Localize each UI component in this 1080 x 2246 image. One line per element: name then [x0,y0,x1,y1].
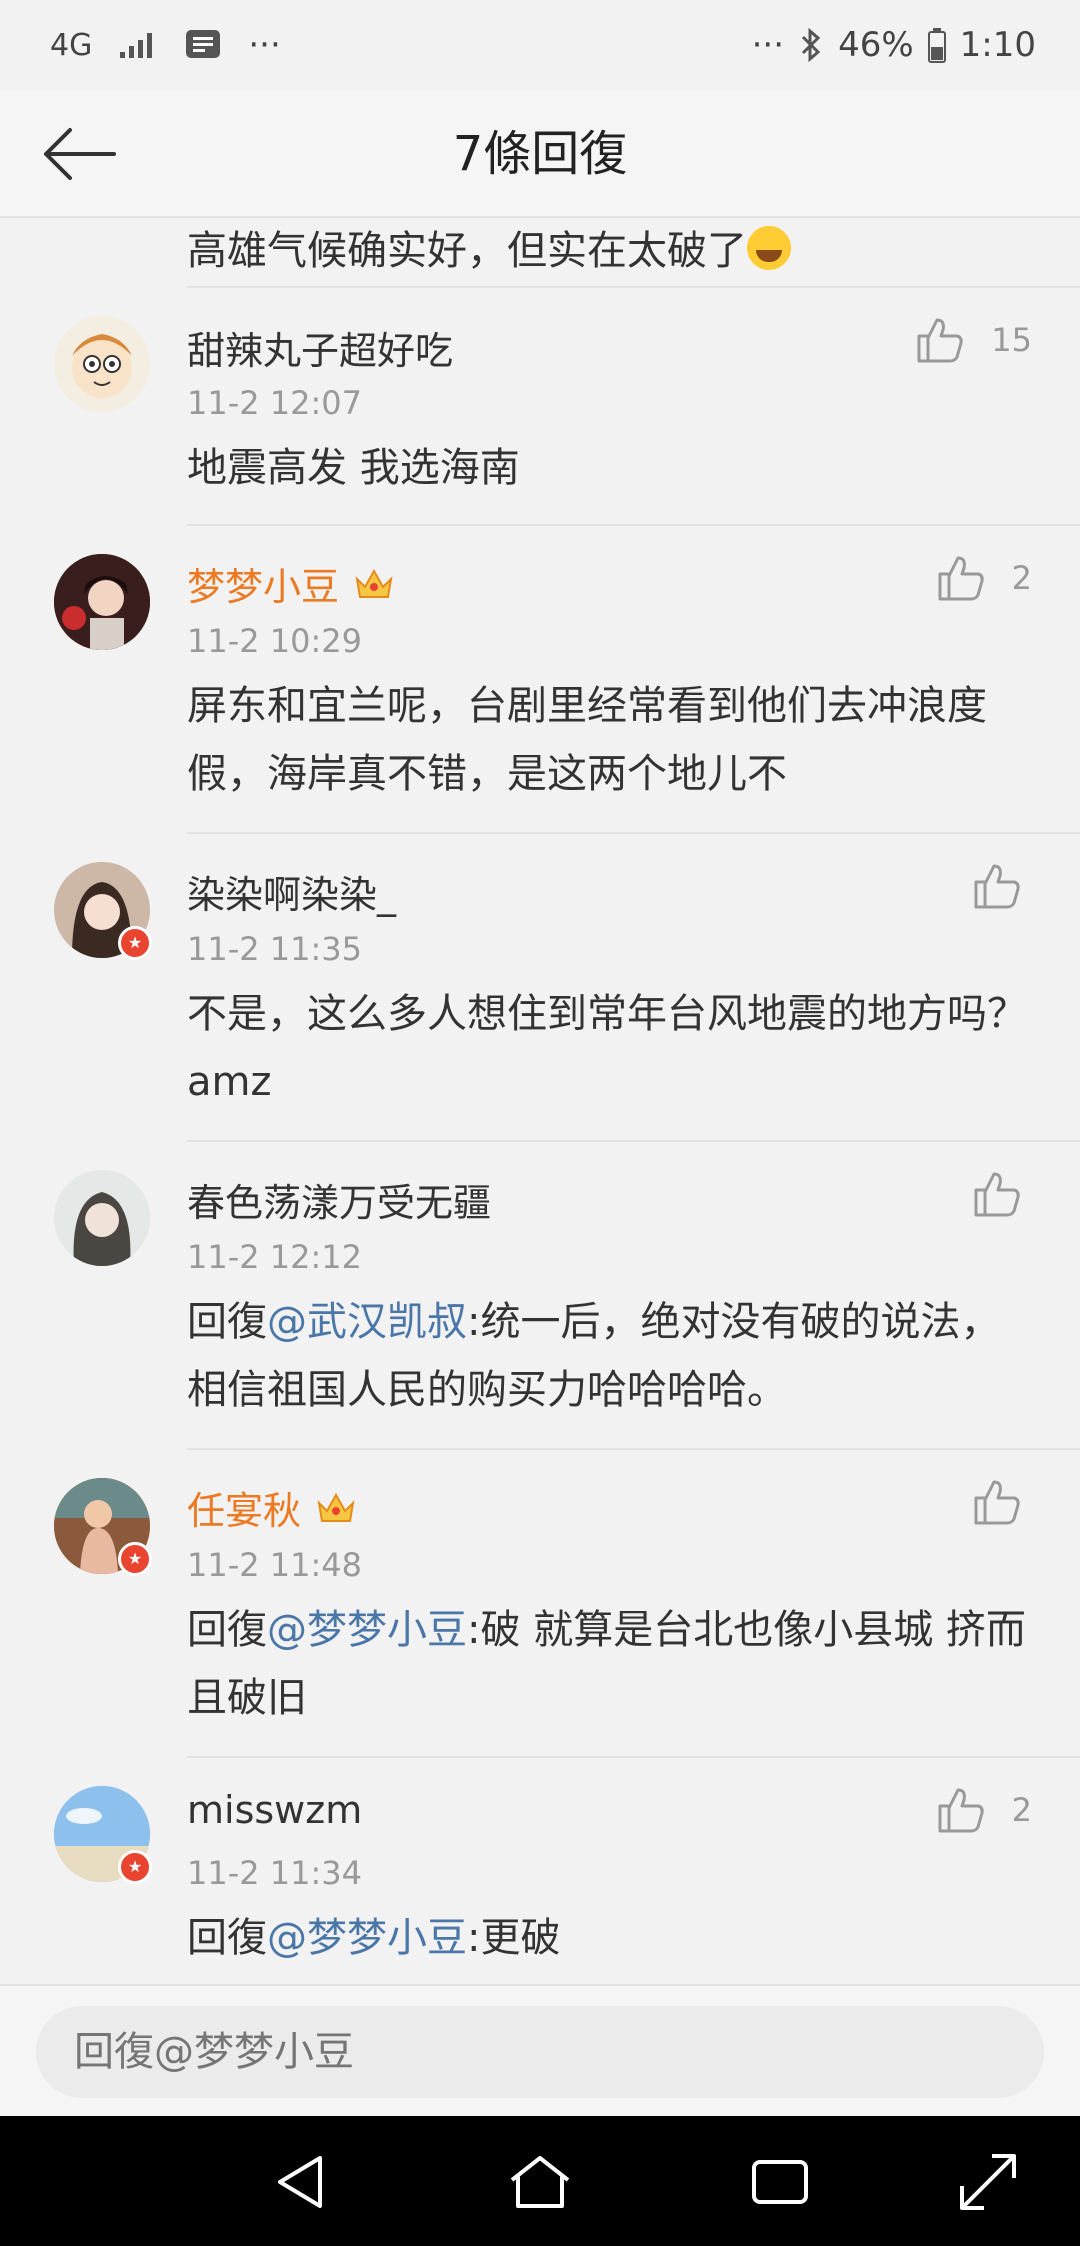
commenter-name[interactable]: 梦梦小豆 [187,556,395,611]
verified-badge-icon: ★ [118,926,152,960]
comment-text-content: 屏东和宜兰呢，台剧里经常看到他们去冲浪度假，海岸真不错，是这两个地儿不 [187,683,987,797]
commenter-name-text: 春色荡漾万受无疆 [187,1181,492,1225]
system-nav-bar [0,2116,1080,2246]
comment-time: 11-2 12:07 [187,384,363,422]
comment-time: 11-2 12:12 [187,1238,363,1276]
comment-text: 回復@梦梦小豆:更破 [187,1904,1037,1972]
avatar[interactable] [54,316,150,412]
reply-input[interactable] [36,2006,1044,2098]
commenter-name-text: misswzm [187,1788,363,1832]
like-button[interactable]: 2 [936,554,1032,602]
more-notifications-icon: ··· [248,25,281,65]
verified-badge-icon: ★ [118,1542,152,1576]
more-icon: ··· [751,25,785,65]
comment-text: 回復@武汉凯叔:统一后，绝对没有破的说法，相信祖国人民的购买力哈哈哈哈。 [187,1288,1037,1424]
mention-link[interactable]: @梦梦小豆 [267,1915,467,1961]
comment-text-content: 不是，这么多人想住到常年台风地震的地方吗？amz [187,991,1027,1105]
like-count: 15 [991,321,1032,359]
like-button[interactable]: 15 [915,316,1032,364]
reply-prefix: 回復 [187,1607,267,1653]
thumbs-up-icon [974,864,1020,909]
mention-link[interactable]: @梦梦小豆 [267,1607,467,1653]
thumbs-up-icon [917,318,963,363]
reply-prefix: 回復 [187,1915,267,1961]
comment-text: 回復@梦梦小豆:破 就算是台北也像小县城 挤而且破旧 [187,1596,1037,1732]
battery-icon [927,28,946,63]
battery-percent: 46% [838,25,914,65]
commenter-name[interactable]: 任宴秋 [187,1480,357,1535]
nav-home-icon[interactable] [508,2150,572,2214]
comment-item: 甜辣丸子超好吃 11-2 12:07 地震高发 我选海南 15 [0,288,1080,524]
thumbs-up-icon [938,556,984,601]
comment-time: 11-2 11:34 [187,1854,363,1892]
comment-item: ★ 任宴秋 11-2 11:48 回復@梦梦小豆:破 就算是台北也像小县城 挤而… [0,1450,1080,1756]
comment-text: 地震高发 我选海南 [187,434,1037,502]
comment-item: 春色荡漾万受无疆 11-2 12:12 回復@武汉凯叔:统一后，绝对没有破的说法… [0,1142,1080,1448]
vip-crown-icon [317,1492,355,1522]
like-button[interactable] [972,862,1022,910]
thumbs-up-icon [974,1480,1020,1525]
reply-bar [0,1984,1080,2116]
clock: 1:10 [959,25,1036,65]
avatar[interactable]: ★ [54,1786,152,1884]
comment-text: 屏东和宜兰呢，台剧里经常看到他们去冲浪度假，海岸真不错，是这两个地儿不 [187,672,1037,808]
previous-comment-text: 高雄气候确实好，但实在太破了 [187,218,791,276]
commenter-name-text: 染染啊染染_ [187,873,397,917]
comment-text-content: :更破 [467,1915,561,1961]
message-icon [186,30,221,58]
commenter-name[interactable]: 春色荡漾万受无疆 [187,1172,491,1227]
avatar[interactable] [54,554,150,650]
commenter-name[interactable]: misswzm [187,1788,362,1832]
nav-recents-icon[interactable] [748,2150,812,2214]
comment-text-content: 地震高发 我选海南 [187,445,520,491]
commenter-name[interactable]: 甜辣丸子超好吃 [187,320,453,375]
like-button[interactable]: 2 [936,1786,1032,1834]
verified-badge-icon: ★ [118,1850,152,1884]
comment-item: ★ misswzm 11-2 11:34 回復@梦梦小豆:更破 2 [0,1758,1080,1984]
page-title: 7條回復 [452,126,628,182]
status-bar: 4G ··· ··· 46% 1:10 [0,0,1080,90]
comment-item: 梦梦小豆 11-2 10:29 屏东和宜兰呢，台剧里经常看到他们去冲浪度假，海岸… [0,526,1080,832]
nav-expand-icon[interactable] [956,2150,1020,2214]
like-count: 2 [1011,1791,1032,1829]
avatar[interactable]: ★ [54,862,152,960]
commenter-name-text: 任宴秋 [187,1489,302,1533]
mention-link[interactable]: @武汉凯叔 [267,1299,467,1345]
like-button[interactable] [972,1170,1022,1218]
reply-prefix: 回復 [187,1299,267,1345]
like-button[interactable] [972,1478,1022,1526]
thumbs-up-icon [974,1172,1020,1217]
vip-crown-icon [355,568,393,598]
comment-item: ★ 染染啊染染_ 11-2 11:35 不是，这么多人想住到常年台风地震的地方吗… [0,834,1080,1140]
like-count: 2 [1011,559,1032,597]
avatar[interactable]: ★ [54,1478,152,1576]
thumbs-up-icon [938,1788,984,1833]
network-indicator: 4G [50,27,93,63]
comment-time: 11-2 11:48 [187,1546,363,1584]
laughing-emoji-icon [747,226,791,270]
comment-list[interactable]: 高雄气候确实好，但实在太破了 甜辣丸子超好吃 11-2 12:07 地震高发 我… [0,218,1080,1984]
comment-time: 11-2 10:29 [187,622,363,660]
nav-back-icon[interactable] [270,2150,334,2214]
comment-time: 11-2 11:35 [187,930,363,968]
commenter-name-text: 甜辣丸子超好吃 [187,329,454,373]
comment-text: 不是，这么多人想住到常年台风地震的地方吗？amz [187,980,1037,1116]
header-bar: 7條回復 [0,90,1080,218]
bluetooth-icon [802,27,821,63]
previous-comment-body: 高雄气候确实好，但实在太破了 [187,228,747,274]
commenter-name-text: 梦梦小豆 [187,565,340,609]
commenter-name[interactable]: 染染啊染染_ [187,864,396,919]
avatar[interactable] [54,1170,150,1266]
signal-icon [120,33,153,58]
